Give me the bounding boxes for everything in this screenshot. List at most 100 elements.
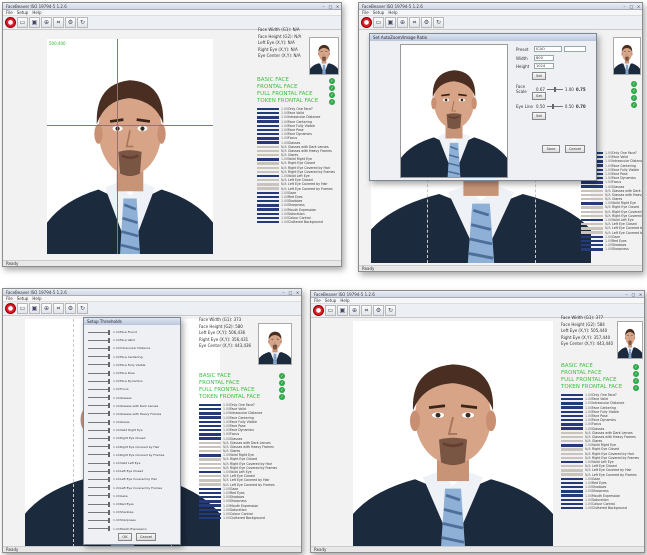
maximize-icon[interactable]: □	[628, 3, 635, 9]
criterion-bar	[561, 448, 583, 451]
app-logo-icon[interactable]: ●	[313, 305, 324, 316]
minimize-icon[interactable]: –	[280, 289, 287, 295]
photo-canvas[interactable]	[353, 321, 553, 547]
threshold-slider[interactable]	[88, 468, 110, 474]
center-guide-vertical[interactable]	[117, 39, 118, 254]
preset-name-field[interactable]	[564, 46, 586, 52]
face-scale-slider[interactable]	[546, 86, 563, 92]
threshold-slider[interactable]	[88, 460, 110, 466]
threshold-slider[interactable]	[88, 354, 110, 360]
threshold-slider[interactable]	[88, 452, 110, 458]
minimize-icon[interactable]: –	[621, 3, 628, 9]
threshold-slider[interactable]	[88, 403, 110, 409]
refresh-icon[interactable]: ↻	[385, 305, 396, 316]
zoom-icon[interactable]: ⊕	[397, 17, 408, 28]
threshold-slider[interactable]	[88, 501, 110, 507]
save-button[interactable]: Save	[542, 145, 560, 153]
threshold-slider[interactable]	[88, 476, 110, 482]
save-icon[interactable]: ▣	[385, 17, 396, 28]
menu-help[interactable]: Help	[32, 10, 41, 15]
app-logo-icon[interactable]: ●	[361, 17, 372, 28]
open-icon[interactable]: ▭	[17, 17, 28, 28]
crop-icon[interactable]: ⌗	[53, 303, 64, 314]
close-icon[interactable]: ×	[334, 3, 341, 9]
threshold-slider[interactable]	[88, 436, 110, 442]
menu-file[interactable]: File	[362, 10, 369, 15]
threshold-slider[interactable]	[88, 509, 110, 515]
settings-icon[interactable]: ⚙	[65, 303, 76, 314]
threshold-slider[interactable]	[88, 329, 110, 335]
close-icon[interactable]: ×	[294, 289, 301, 295]
crop-icon[interactable]: ⌗	[409, 17, 420, 28]
photo-canvas[interactable]: 500,400	[47, 39, 213, 254]
set-size-button[interactable]: Set	[532, 72, 546, 80]
menu-setup[interactable]: Setup	[325, 298, 337, 303]
minimize-icon[interactable]: –	[320, 3, 327, 9]
check-icon: ✓	[631, 88, 637, 94]
refresh-icon[interactable]: ↻	[433, 17, 444, 28]
threshold-slider[interactable]	[88, 427, 110, 433]
app-logo-icon[interactable]: ●	[5, 303, 16, 314]
threshold-slider[interactable]	[88, 411, 110, 417]
menu-file[interactable]: File	[314, 298, 321, 303]
open-icon[interactable]: ▭	[373, 17, 384, 28]
crop-icon[interactable]: ⌗	[53, 17, 64, 28]
refresh-icon[interactable]: ↻	[77, 17, 88, 28]
close-icon[interactable]: ×	[635, 3, 642, 9]
cancel-button[interactable]: Cancel	[136, 533, 156, 541]
zoom-icon[interactable]: ⊕	[41, 303, 52, 314]
refresh-icon[interactable]: ↻	[77, 303, 88, 314]
settings-icon[interactable]: ⚙	[421, 17, 432, 28]
minimize-icon[interactable]: –	[623, 291, 630, 297]
menu-file[interactable]: File	[6, 10, 13, 15]
threshold-slider[interactable]	[88, 378, 110, 384]
open-icon[interactable]: ▭	[17, 303, 28, 314]
eye-guide-horizontal[interactable]	[47, 125, 213, 126]
threshold-slider[interactable]	[88, 419, 110, 425]
threshold-slider[interactable]	[88, 362, 110, 368]
threshold-slider[interactable]	[88, 517, 110, 523]
open-icon[interactable]: ▭	[325, 305, 336, 316]
height-input[interactable]: 1024	[534, 63, 554, 69]
threshold-value: 1.00	[113, 452, 120, 457]
status-bar: Ready	[311, 546, 644, 552]
cancel-button[interactable]: Cancel	[565, 145, 585, 153]
save-icon[interactable]: ▣	[29, 303, 40, 314]
close-icon[interactable]: ×	[637, 291, 644, 297]
crop-icon[interactable]: ⌗	[361, 305, 372, 316]
menu-help[interactable]: Help	[340, 298, 349, 303]
settings-icon[interactable]: ⚙	[373, 305, 384, 316]
threshold-slider[interactable]	[88, 485, 110, 491]
menu-help[interactable]: Help	[32, 296, 41, 301]
threshold-slider[interactable]	[88, 386, 110, 392]
eye-line-slider[interactable]	[546, 104, 563, 109]
maximize-icon[interactable]: □	[287, 289, 294, 295]
threshold-slider[interactable]	[88, 444, 110, 450]
menu-setup[interactable]: Setup	[373, 10, 385, 15]
threshold-slider[interactable]	[88, 493, 110, 499]
threshold-slider[interactable]	[88, 337, 110, 343]
settings-icon[interactable]: ⚙	[65, 17, 76, 28]
zoom-icon[interactable]: ⊕	[349, 305, 360, 316]
threshold-slider[interactable]	[88, 395, 110, 401]
width-input[interactable]: 800	[534, 55, 554, 61]
menu-help[interactable]: Help	[388, 10, 397, 15]
face-type-labels: BASIC FACE FRONTAL FACE FULL FRONTAL FAC…	[257, 77, 318, 105]
set-face-scale-button[interactable]: Set	[532, 92, 546, 100]
zoom-icon[interactable]: ⊕	[41, 17, 52, 28]
maximize-icon[interactable]: □	[327, 3, 334, 9]
app-logo-icon[interactable]: ●	[5, 17, 16, 28]
maximize-icon[interactable]: □	[630, 291, 637, 297]
set-eye-line-button[interactable]: Set	[532, 112, 546, 120]
preset-select[interactable]: ICAO	[534, 46, 562, 52]
menu-setup[interactable]: Setup	[17, 10, 29, 15]
save-icon[interactable]: ▣	[29, 17, 40, 28]
menu-setup[interactable]: Setup	[17, 296, 29, 301]
save-icon[interactable]: ▣	[337, 305, 348, 316]
thumbnail	[613, 37, 641, 75]
threshold-slider[interactable]	[88, 370, 110, 376]
menu-file[interactable]: File	[6, 296, 13, 301]
threshold-slider[interactable]	[88, 345, 110, 351]
threshold-slider[interactable]	[88, 526, 110, 532]
ok-button[interactable]: OK	[118, 533, 132, 541]
